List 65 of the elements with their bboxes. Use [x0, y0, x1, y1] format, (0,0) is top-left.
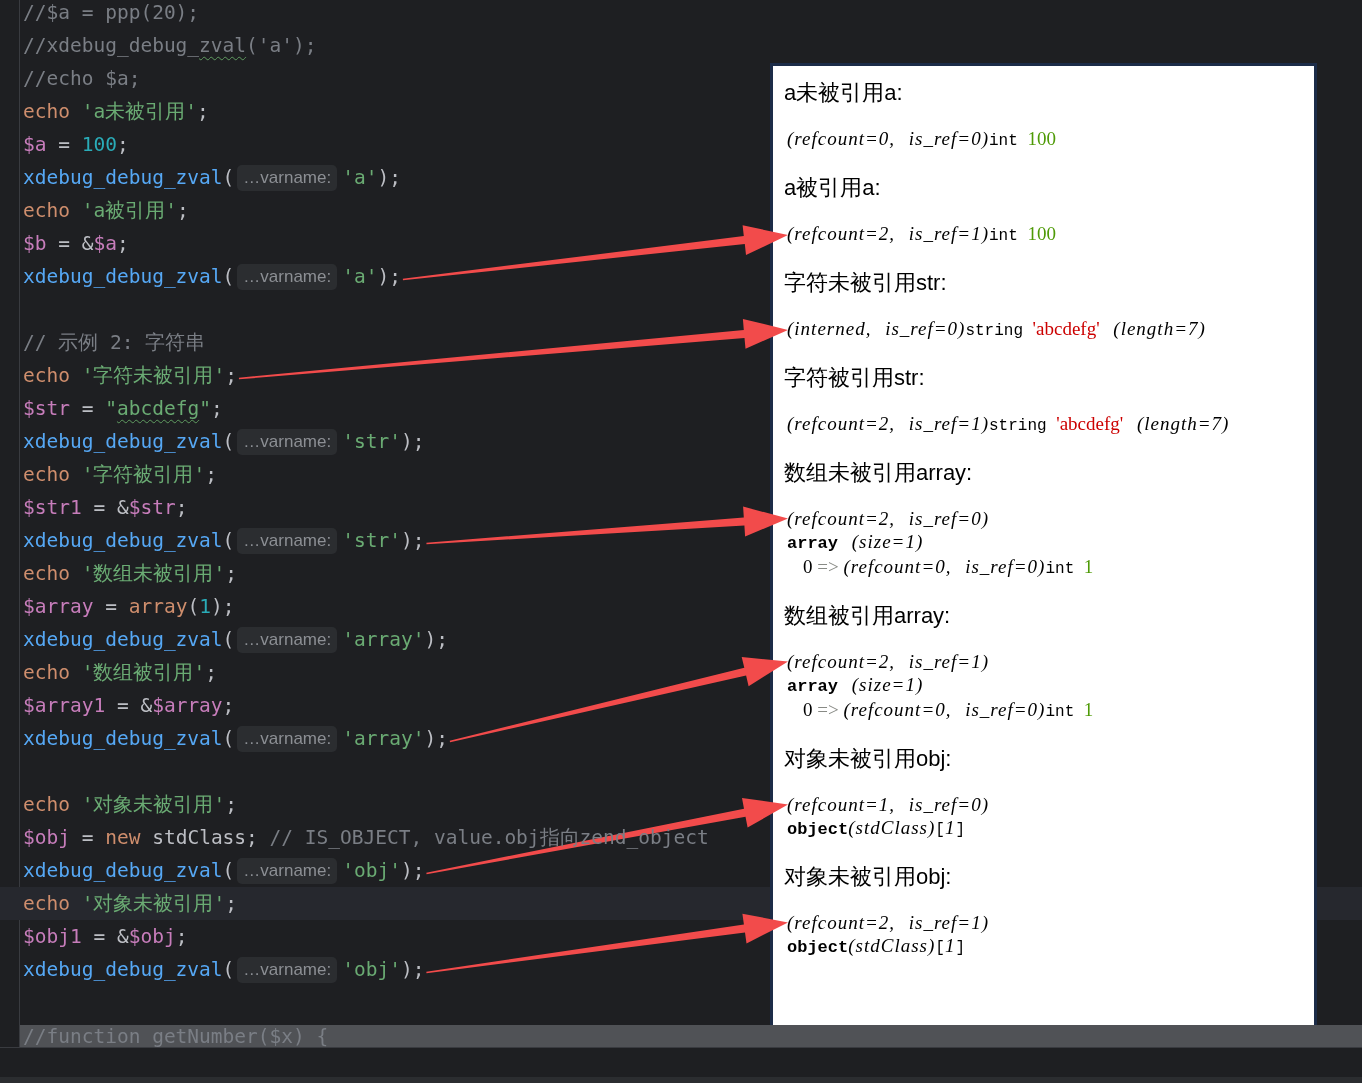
section-heading: 数组未被引用array: — [784, 459, 974, 487]
debug-output: (interned, is_ref=0)string 'abcdefg' (length=7) — [786, 317, 1207, 342]
code-text: echo '对象未被引用'; — [23, 891, 237, 917]
parameter-hint: …varname: — [237, 527, 338, 554]
parameter-hint: …varname: — [237, 857, 338, 884]
code-text: 'obj'); — [342, 859, 425, 882]
parameter-hint: …varname: — [237, 263, 338, 290]
code-text: $obj1 = &$obj; — [23, 925, 188, 948]
debug-output: object(stdClass)[1] — [786, 816, 966, 841]
debug-output: 0 => (refcount=0, is_ref=0)int 1 — [802, 555, 1095, 580]
parameter-hint: …varname: — [237, 428, 338, 455]
debug-output: (refcount=2, is_ref=1)string 'abcdefg' (length=7) — [786, 412, 1231, 437]
section-heading: 字符被引用str: — [784, 364, 926, 392]
code-text: echo 'a未被引用'; — [23, 99, 209, 125]
parameter-hint: …varname: — [237, 956, 338, 983]
code-text: 'a'); — [342, 166, 401, 189]
code-text: xdebug_debug_zval( — [23, 430, 235, 453]
code-text: $str = "abcdefg"; — [23, 397, 223, 420]
code-text: 'a'); — [342, 265, 401, 288]
code-text: $array = array(1); — [23, 595, 235, 618]
debug-output: array (size=1) — [786, 530, 925, 555]
code-text: echo '对象未被引用'; — [23, 792, 237, 818]
code-text: // 示例 2: 字符串 — [23, 330, 206, 356]
code-text: 'obj'); — [342, 958, 425, 981]
section-heading: 对象未被引用obj: — [784, 863, 953, 891]
code-text: 'array'); — [342, 727, 448, 750]
debug-output: (refcount=2, is_ref=1) — [786, 911, 990, 934]
code-text: xdebug_debug_zval( — [23, 166, 235, 189]
code-text: echo '数组未被引用'; — [23, 561, 237, 587]
code-text: //xdebug_debug_zval('a'); — [23, 34, 317, 57]
parameter-hint: …varname: — [237, 626, 338, 653]
code-text: $str1 = &$str; — [23, 496, 188, 519]
debug-output: array (size=1) — [786, 673, 925, 698]
debug-output: (refcount=0, is_ref=0)int 100 — [786, 127, 1057, 152]
section-heading: a未被引用a: — [784, 79, 904, 107]
code-text: 'array'); — [342, 628, 448, 651]
section-heading: 数组被引用array: — [784, 602, 952, 630]
section-heading: a被引用a: — [784, 174, 882, 202]
code-text: 'str'); — [342, 529, 425, 552]
debug-output: 0 => (refcount=0, is_ref=0)int 1 — [802, 698, 1095, 723]
code-text: 'str'); — [342, 430, 425, 453]
code-text: //$a = ppp(20); — [23, 1, 200, 24]
debug-output: object(stdClass)[1] — [786, 934, 966, 959]
debug-output: (refcount=2, is_ref=1)int 100 — [786, 222, 1057, 247]
debug-output: (refcount=2, is_ref=1) — [786, 650, 990, 673]
debug-output: (refcount=1, is_ref=0) — [786, 793, 990, 816]
code-text: xdebug_debug_zval( — [23, 529, 235, 552]
code-text: $a = 100; — [23, 133, 129, 156]
code-text: $array1 = &$array; — [23, 694, 235, 717]
code-text: //echo $a; — [23, 67, 141, 90]
code-text: echo '字符被引用'; — [23, 462, 217, 488]
code-text: echo 'a被引用'; — [23, 198, 189, 224]
section-heading: 字符未被引用str: — [784, 269, 948, 297]
parameter-hint: …varname: — [237, 164, 338, 191]
code-text: $b = &$a; — [23, 232, 129, 255]
code-text: echo '字符未被引用'; — [23, 363, 237, 389]
code-text: xdebug_debug_zval( — [23, 958, 235, 981]
code-text: xdebug_debug_zval( — [23, 628, 235, 651]
section-heading: 对象未被引用obj: — [784, 745, 953, 773]
code-text: xdebug_debug_zval( — [23, 859, 235, 882]
code-text: xdebug_debug_zval( — [23, 727, 235, 750]
parameter-hint: …varname: — [237, 725, 338, 752]
debug-output: (refcount=2, is_ref=0) — [786, 507, 990, 530]
code-text: echo '数组被引用'; — [23, 660, 217, 686]
code-text: xdebug_debug_zval( — [23, 265, 235, 288]
